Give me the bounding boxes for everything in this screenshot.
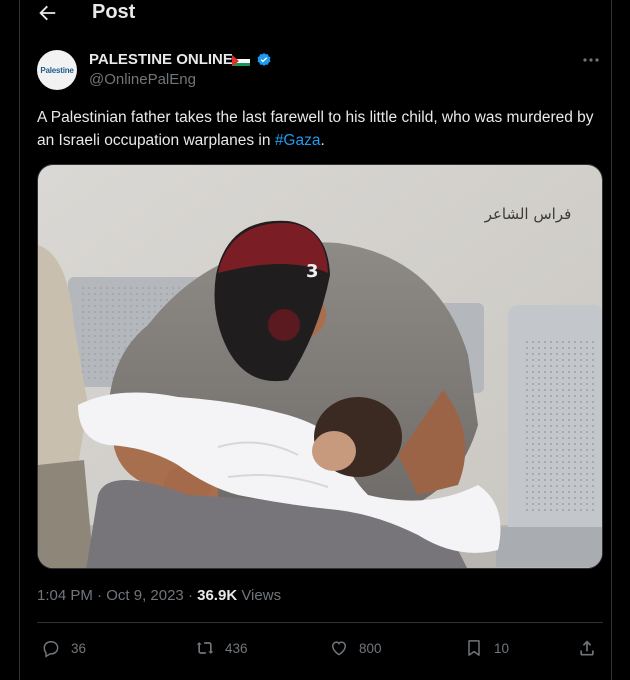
hashtag-link[interactable]: #Gaza — [275, 132, 321, 149]
more-options-icon[interactable] — [580, 52, 602, 68]
repost-icon — [196, 642, 214, 654]
like-button[interactable]: 800 — [329, 634, 382, 662]
verified-badge-icon[interactable] — [256, 52, 272, 68]
reply-count: 36 — [71, 640, 87, 656]
cap-number: 3 — [306, 261, 319, 282]
meta-separator-2: · — [183, 587, 198, 604]
share-button[interactable] — [577, 634, 607, 662]
repost-button[interactable]: 436 — [195, 634, 248, 662]
action-bar: 36 436 800 10 — [37, 634, 603, 662]
views-count: 36.9K — [197, 587, 238, 604]
post-meta: 1:04 PM · Oct 9, 2023 · 36.9K Views — [37, 587, 281, 604]
reply-button[interactable]: 36 — [41, 634, 86, 662]
bookmark-button[interactable]: 10 — [464, 634, 509, 662]
tweet-photo[interactable]: 3 فراس الشاعر — [37, 164, 603, 569]
bookmark-icon — [468, 640, 480, 656]
like-count: 800 — [359, 640, 382, 656]
page-title: Post — [92, 1, 136, 23]
palestine-flag-icon — [232, 54, 250, 66]
divider — [37, 622, 603, 623]
top-bar: Post — [20, 0, 611, 28]
bookmark-count: 10 — [494, 640, 510, 656]
meta-separator: · — [92, 587, 107, 604]
avatar-logo-text: Palestine — [40, 65, 74, 75]
back-arrow-icon[interactable] — [36, 2, 58, 24]
tweet-text-end: . — [320, 132, 325, 149]
share-icon — [580, 640, 594, 656]
heart-icon — [331, 641, 347, 656]
photo-watermark: فراس الشاعر — [484, 205, 572, 223]
tweet-text: A Palestinian father takes the last fare… — [37, 106, 597, 152]
post-date[interactable]: Oct 9, 2023 — [106, 587, 184, 604]
post-time[interactable]: 1:04 PM — [37, 587, 93, 604]
author-handle[interactable]: @OnlinePalEng — [89, 71, 196, 88]
views-label: Views — [237, 587, 282, 604]
avatar[interactable]: Palestine — [37, 50, 77, 90]
reply-icon — [43, 641, 59, 658]
author-name[interactable]: PALESTINE ONLINE — [89, 51, 233, 68]
repost-count: 436 — [225, 640, 248, 656]
post-column: Post Palestine PALESTINE ONLINE @OnlineP… — [19, 0, 612, 680]
